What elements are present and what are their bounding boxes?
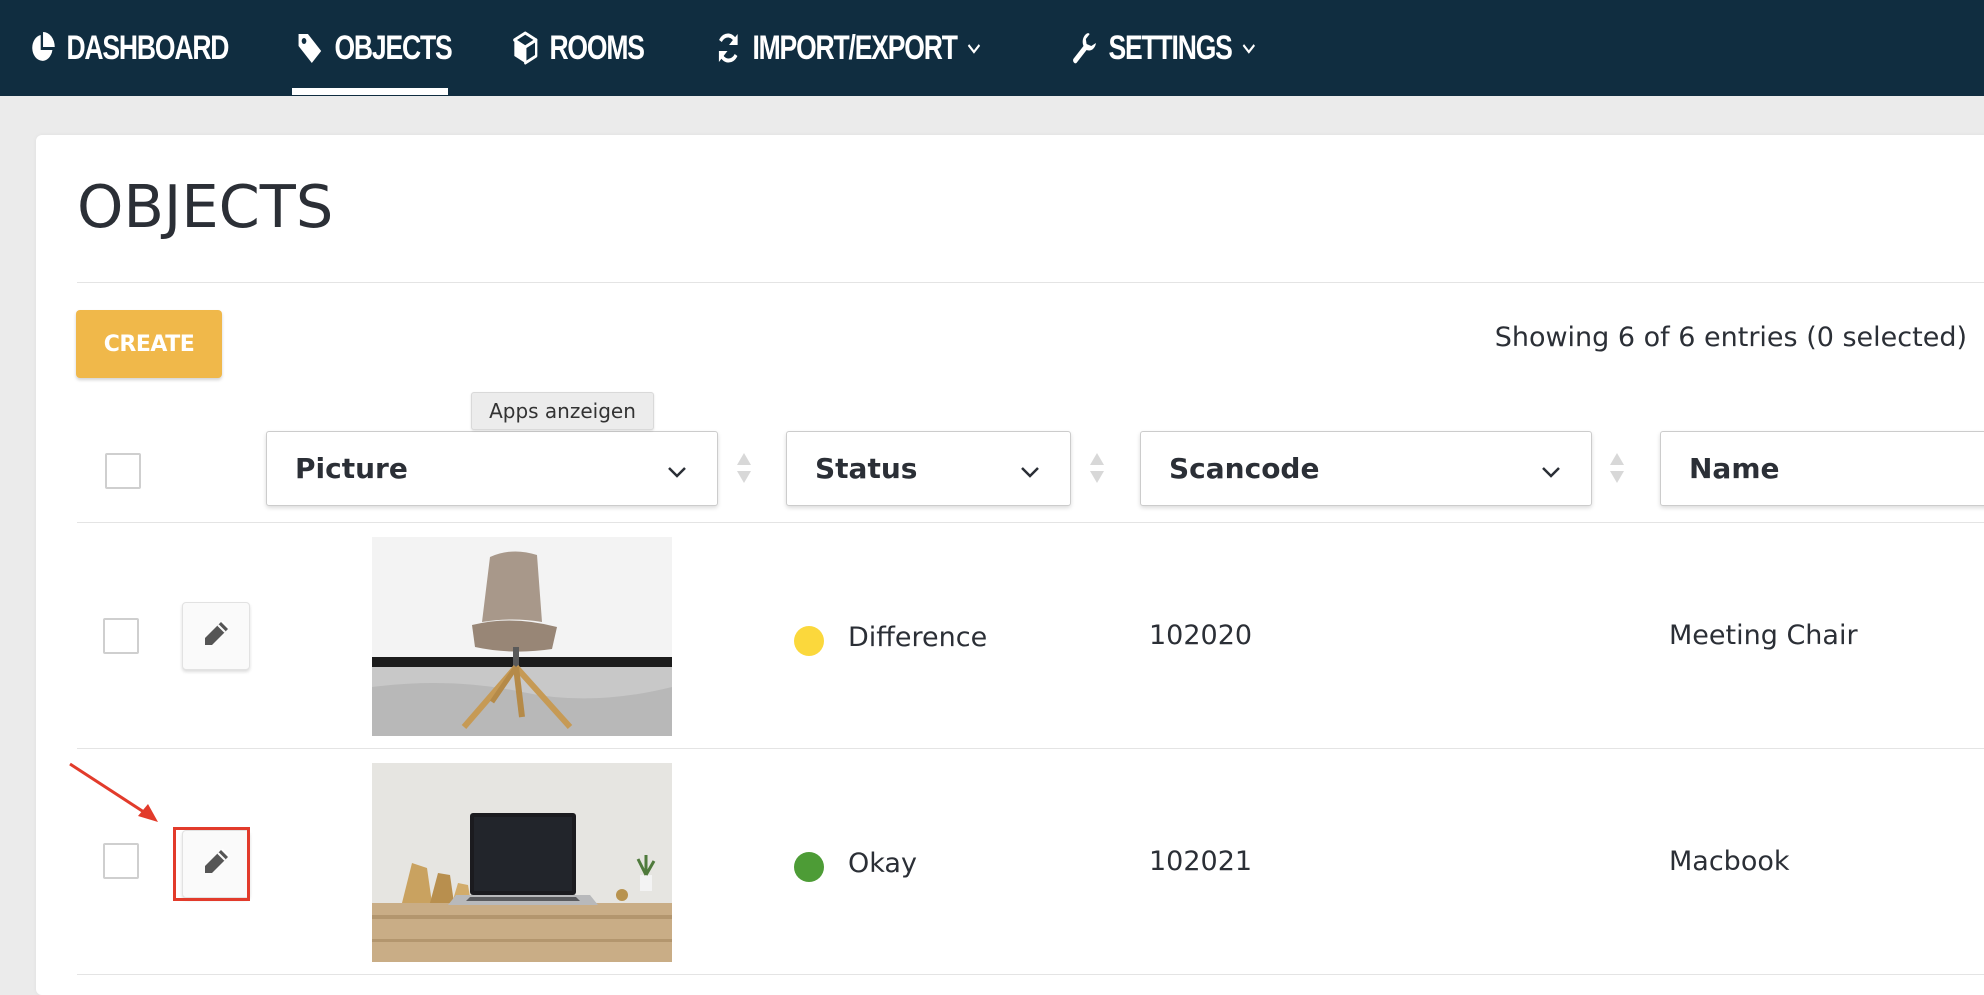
nav-item-import-export[interactable]: IMPORT/EXPORT [715,0,982,96]
row-checkbox[interactable] [103,618,139,654]
edit-button[interactable] [182,602,250,670]
scancode-text: 102020 [1149,620,1253,651]
column-select-name[interactable]: Name [1660,431,1984,506]
pencil-icon [200,846,232,883]
scancode-text: 102021 [1149,846,1253,877]
nav-label: ROOMS [549,28,645,67]
status-dot-okay [794,852,824,882]
column-label: Picture [295,452,408,485]
column-label: Status [815,452,918,485]
tag-icon [297,31,324,65]
title-divider [77,282,1984,283]
row-checkbox[interactable] [103,843,139,879]
select-all-checkbox[interactable] [105,453,141,489]
top-navigation: DASHBOARD OBJECTS ROOMS IMPORT/EXPORT SE… [0,0,1984,96]
pencil-icon [200,618,232,655]
status-text: Difference [848,622,988,653]
row-divider [77,748,1984,749]
chevron-down-icon [1241,38,1257,58]
nav-active-indicator [292,88,448,95]
tooltip: Apps anzeigen [471,392,654,430]
status-text: Okay [848,848,917,879]
row-divider [77,974,1984,975]
nav-item-objects[interactable]: OBJECTS [297,0,453,96]
chevron-down-icon [1018,458,1042,482]
name-text: Macbook [1669,846,1790,877]
nav-label: SETTINGS [1108,28,1232,67]
header-divider [77,522,1984,523]
create-button[interactable]: CREATE [76,310,222,378]
column-label: Name [1689,452,1780,485]
nav-item-rooms[interactable]: ROOMS [512,0,645,96]
sort-icon[interactable] [1088,451,1106,485]
cube-icon [512,31,539,65]
macbook-photo [372,763,672,962]
chevron-down-icon [665,458,689,482]
name-text: Meeting Chair [1669,620,1858,651]
sort-icon[interactable] [1608,451,1626,485]
column-label: Scancode [1169,452,1320,485]
edit-button[interactable] [182,830,250,898]
pie-chart-icon [29,31,56,65]
refresh-icon [715,31,742,65]
column-select-picture[interactable]: Picture [266,431,718,506]
status-dot-difference [794,626,824,656]
entries-count: Showing 6 of 6 entries (0 selected) [1494,322,1967,353]
column-select-status[interactable]: Status [786,431,1071,506]
nav-label: OBJECTS [334,28,452,67]
chevron-down-icon [966,38,982,58]
page-title: OBJECTS [77,172,334,241]
column-select-scancode[interactable]: Scancode [1140,431,1592,506]
nav-label: IMPORT/EXPORT [752,28,958,67]
sort-icon[interactable] [735,451,753,485]
wrench-icon [1071,31,1098,65]
nav-label: DASHBOARD [66,28,229,67]
chevron-down-icon [1539,458,1563,482]
nav-item-settings[interactable]: SETTINGS [1071,0,1257,96]
nav-item-dashboard[interactable]: DASHBOARD [29,0,229,96]
meeting-chair-photo [372,537,672,736]
